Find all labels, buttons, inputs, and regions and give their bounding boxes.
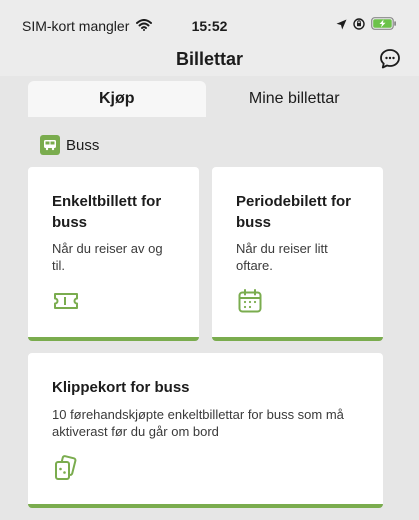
card-description: Når du reiser av og til. xyxy=(52,241,163,273)
card-description: 10 førehandskjøpte enkeltbillettar for b… xyxy=(52,407,344,439)
rotation-lock-icon xyxy=(353,17,365,35)
chat-bubble-icon xyxy=(380,49,400,69)
card-description: Når du reiser litt oftare. xyxy=(236,241,328,273)
app-header: Billettar xyxy=(0,44,419,76)
ticket-icon xyxy=(52,287,80,315)
card-periodebilett[interactable]: Periodebilett for buss Når du reiser lit… xyxy=(212,167,383,341)
card-title: Periodebilett for buss xyxy=(236,193,352,231)
section-label: Buss xyxy=(66,136,100,154)
location-arrow-icon xyxy=(336,17,347,35)
page-title: Billettar xyxy=(175,49,244,69)
status-right xyxy=(336,17,397,35)
tab-kjop[interactable]: Kjøp xyxy=(28,81,206,117)
chat-button[interactable] xyxy=(378,47,402,71)
card-title: Enkeltbillett for buss xyxy=(52,193,162,231)
calendar-icon xyxy=(236,287,264,315)
bus-icon xyxy=(40,135,60,155)
card-title: Klippekort for buss xyxy=(52,379,190,396)
cards-icon xyxy=(52,454,80,482)
tab-mine-billettar[interactable]: Mine billettar xyxy=(205,81,383,117)
tab-bar: Kjøp Mine billettar xyxy=(28,81,383,117)
card-enkeltbillett[interactable]: Enkeltbillett for buss Når du reiser av … xyxy=(28,167,199,341)
card-klippekort[interactable]: Klippekort for buss 10 førehandskjøpte e… xyxy=(28,353,383,508)
status-bar: SIM-kort mangler 15:52 xyxy=(0,0,419,44)
section-header: Buss xyxy=(40,135,99,155)
battery-icon xyxy=(371,17,397,35)
